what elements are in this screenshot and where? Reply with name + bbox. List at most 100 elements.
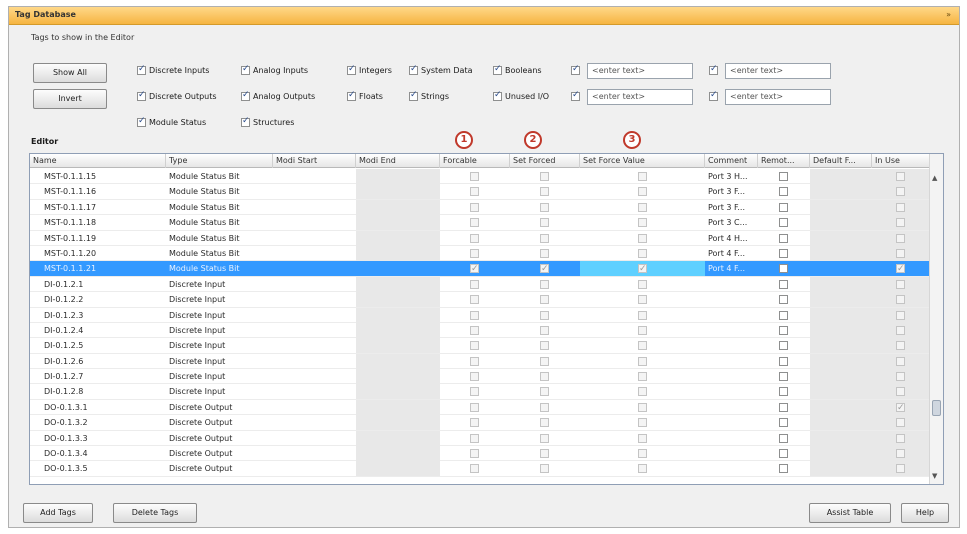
checkbox-icon[interactable] [470, 464, 479, 474]
cell-forcable[interactable] [440, 338, 510, 353]
cell-forcable[interactable] [440, 354, 510, 369]
checkbox-icon[interactable] [470, 433, 479, 443]
column-header-name[interactable]: Name [30, 154, 166, 168]
cell-name[interactable]: DI-0.1.2.5 [30, 338, 166, 353]
column-header-comment[interactable]: Comment [705, 154, 758, 168]
checkbox-icon[interactable] [540, 418, 549, 428]
cell-set-forced[interactable] [510, 354, 580, 369]
cell-set-forced[interactable] [510, 246, 580, 261]
cell-modi-start[interactable] [273, 215, 356, 230]
cell-set-forced[interactable] [510, 446, 580, 461]
checkbox-icon[interactable] [241, 64, 250, 75]
cell-modi-start[interactable] [273, 354, 356, 369]
cell-default-f[interactable] [810, 322, 872, 338]
cell-default-f[interactable] [810, 384, 872, 400]
cell-default-f[interactable] [810, 461, 872, 477]
cell-type[interactable]: Discrete Output [166, 415, 273, 430]
cell-remote[interactable] [758, 354, 810, 369]
cell-set-force-value[interactable] [580, 308, 705, 323]
checkbox-icon[interactable] [540, 202, 549, 212]
checkbox-icon[interactable] [638, 262, 647, 276]
cell-modi-end[interactable] [356, 338, 440, 354]
checkbox-icon[interactable] [470, 295, 479, 305]
cell-set-force-value[interactable] [580, 400, 705, 415]
cell-modi-start[interactable] [273, 246, 356, 261]
table-row[interactable]: DI-0.1.2.2 Discrete Input [30, 292, 930, 308]
checkbox-icon[interactable] [470, 356, 479, 366]
checkbox-icon[interactable] [779, 248, 788, 258]
cell-remote[interactable] [758, 215, 810, 230]
checkbox-icon[interactable] [470, 341, 479, 351]
cell-set-force-value[interactable] [580, 231, 705, 246]
cell-type[interactable]: Discrete Output [166, 400, 273, 415]
cell-modi-end[interactable] [356, 399, 440, 415]
filter-checkbox-floats[interactable]: Floats [347, 89, 383, 103]
text-filter-checkbox[interactable] [709, 90, 718, 101]
cell-default-f[interactable] [810, 369, 872, 385]
table-row[interactable]: MST-0.1.1.21Module Status Bit Port 4 F... [30, 261, 930, 277]
column-header-forcable[interactable]: Forcable [440, 154, 510, 168]
checkbox-icon[interactable] [540, 295, 549, 305]
cell-type[interactable]: Module Status Bit [166, 200, 273, 215]
checkbox-icon[interactable] [470, 372, 479, 382]
checkbox-icon[interactable] [896, 325, 905, 335]
cell-default-f[interactable] [810, 292, 872, 308]
cell-forcable[interactable] [440, 400, 510, 415]
cell-modi-end[interactable] [356, 261, 440, 277]
cell-in-use[interactable] [872, 184, 930, 200]
cell-in-use[interactable] [872, 230, 930, 246]
cell-type[interactable]: Discrete Input [166, 277, 273, 292]
cell-in-use[interactable] [872, 353, 930, 369]
cell-forcable[interactable] [440, 292, 510, 307]
column-header-set-forced[interactable]: Set Forced [510, 154, 580, 168]
cell-in-use[interactable] [872, 446, 930, 462]
column-header-set-force-value[interactable]: Set Force Value [580, 154, 705, 168]
cell-modi-start[interactable] [273, 400, 356, 415]
cell-remote[interactable] [758, 261, 810, 276]
cell-forcable[interactable] [440, 215, 510, 230]
checkbox-icon[interactable] [493, 64, 502, 75]
checkbox-icon[interactable] [779, 279, 788, 289]
cell-comment[interactable] [705, 308, 758, 323]
cell-comment[interactable]: Port 4 F... [705, 246, 758, 261]
cell-modi-start[interactable] [273, 431, 356, 446]
cell-modi-end[interactable] [356, 446, 440, 462]
cell-in-use[interactable] [872, 461, 930, 477]
cell-in-use[interactable] [872, 430, 930, 446]
filter-checkbox-system-data[interactable]: System Data [409, 63, 472, 77]
cell-default-f[interactable] [810, 245, 872, 261]
cell-default-f[interactable] [810, 446, 872, 462]
checkbox-icon[interactable] [540, 279, 549, 289]
cell-type[interactable]: Discrete Input [166, 354, 273, 369]
table-row[interactable]: MST-0.1.1.20 Module Status Bit Port 4 F... [30, 245, 930, 262]
cell-set-forced[interactable] [510, 231, 580, 246]
collapse-icon[interactable]: » [946, 10, 951, 19]
text-filter-input[interactable]: <enter text> [725, 63, 831, 79]
cell-type[interactable]: Discrete Input [166, 292, 273, 307]
cell-comment[interactable]: Port 3 H... [705, 169, 758, 184]
cell-modi-end[interactable] [356, 415, 440, 431]
add-tags-button[interactable]: Add Tags [23, 503, 93, 523]
checkbox-icon[interactable] [137, 116, 146, 127]
checkbox-icon[interactable] [470, 262, 479, 276]
table-row[interactable]: DI-0.1.2.7 Discrete Input [30, 369, 930, 385]
cell-in-use[interactable] [872, 399, 930, 415]
cell-modi-end[interactable] [356, 307, 440, 323]
cell-set-forced[interactable] [510, 277, 580, 292]
column-header-remote[interactable]: Remot... [758, 154, 810, 168]
cell-type[interactable]: Module Status Bit [166, 215, 273, 230]
table-row[interactable]: DO-0.1.3.4 Discrete Output [30, 446, 930, 462]
checkbox-icon[interactable] [540, 248, 549, 258]
cell-set-forced[interactable] [510, 338, 580, 353]
cell-modi-start[interactable] [273, 323, 356, 338]
checkbox-icon[interactable] [540, 356, 549, 366]
checkbox-icon[interactable] [470, 233, 479, 243]
checkbox-icon[interactable] [347, 90, 356, 101]
cell-modi-end[interactable] [356, 215, 440, 231]
cell-type[interactable]: Discrete Input [166, 323, 273, 338]
table-row[interactable]: MST-0.1.1.17 Module Status Bit Port 3 F... [30, 199, 930, 216]
cell-forcable[interactable] [440, 308, 510, 323]
cell-default-f[interactable] [810, 399, 872, 415]
cell-default-f[interactable] [810, 430, 872, 446]
cell-modi-start[interactable] [273, 415, 356, 430]
